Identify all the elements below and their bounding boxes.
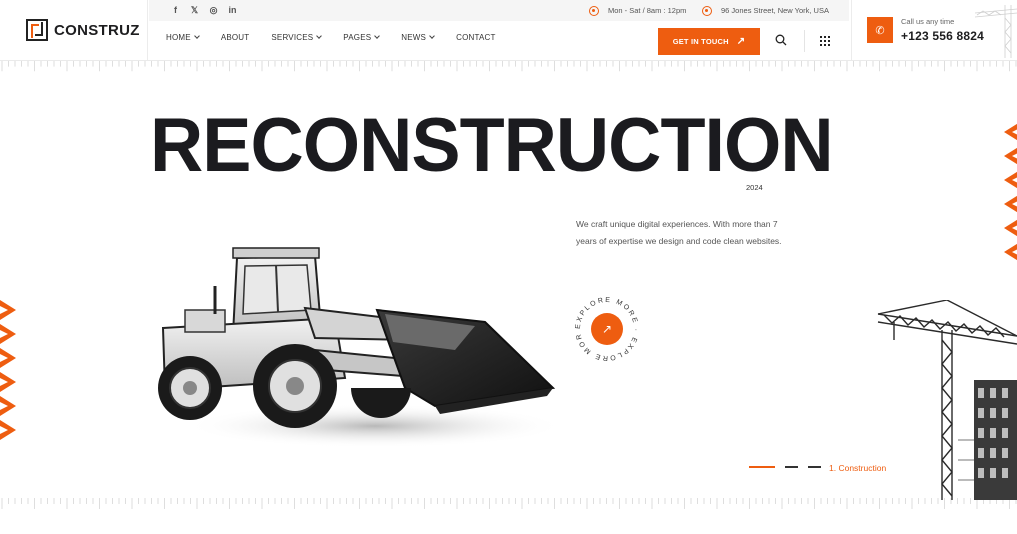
chevron-shape bbox=[1004, 243, 1017, 261]
nav-label: SERVICES bbox=[271, 33, 314, 42]
nav-item-contact[interactable]: CONTACT bbox=[456, 33, 495, 42]
main-nav: HOME ABOUT SERVICES PAGES NEWS CONTACT bbox=[166, 33, 518, 42]
nav-label: HOME bbox=[166, 33, 191, 42]
front-wheel bbox=[253, 344, 337, 428]
divider bbox=[804, 30, 805, 52]
hero-description: We craft unique digital experiences. Wit… bbox=[576, 219, 782, 246]
address: 96 Jones Street, New York, USA bbox=[702, 0, 829, 21]
call-label: Call us any time bbox=[901, 17, 955, 26]
facebook-icon[interactable]: f bbox=[169, 4, 182, 17]
opening-hours: Mon - Sat / 8am : 12pm bbox=[589, 0, 686, 21]
arrow-up-right-icon: ↗ bbox=[601, 322, 613, 336]
address-text: 96 Jones Street, New York, USA bbox=[721, 6, 829, 15]
chevron-shape bbox=[1004, 195, 1017, 213]
slide-dot-1[interactable] bbox=[749, 466, 775, 468]
top-bar: f 𝕏 ◎ in Mon - Sat / 8am : 12pm 96 Jones… bbox=[149, 0, 849, 21]
social-links: f 𝕏 ◎ in bbox=[169, 4, 239, 17]
brand-name: CONSTRUZ bbox=[54, 21, 140, 39]
nav-label: ABOUT bbox=[220, 33, 250, 42]
chevron-shape bbox=[1004, 147, 1017, 165]
chevron-shape bbox=[0, 420, 16, 440]
explore-more-button[interactable]: ↗ bbox=[591, 313, 623, 345]
phone-icon[interactable]: ✆ bbox=[867, 17, 893, 43]
slider-indicator bbox=[749, 466, 821, 468]
nav-item-services[interactable]: SERVICES bbox=[271, 33, 323, 42]
chevron-shape bbox=[0, 300, 16, 320]
decorative-chevrons-right bbox=[1004, 123, 1017, 261]
location-pin-icon bbox=[702, 5, 712, 16]
ruler-top bbox=[0, 60, 1017, 72]
linkedin-icon[interactable]: in bbox=[226, 4, 239, 17]
nav-item-home[interactable]: HOME bbox=[166, 33, 200, 42]
chevron-down-icon bbox=[429, 33, 435, 39]
phone-number[interactable]: +123 556 8824 bbox=[901, 29, 984, 43]
x-twitter-icon[interactable]: 𝕏 bbox=[188, 4, 201, 17]
construz-logo-icon bbox=[26, 19, 48, 41]
get-in-touch-button[interactable]: GET IN TOUCH ↗ bbox=[658, 28, 760, 55]
chevron-down-icon bbox=[374, 33, 381, 39]
chevron-shape bbox=[0, 324, 16, 344]
nav-item-news[interactable]: NEWS bbox=[401, 33, 435, 42]
chevron-shape bbox=[0, 348, 16, 368]
hero-headline: RECONSTRUCTION bbox=[150, 103, 834, 188]
nav-label: CONTACT bbox=[456, 33, 496, 42]
clock-icon bbox=[589, 5, 599, 16]
hero-year: 2024 bbox=[746, 183, 763, 192]
grid-menu-icon[interactable] bbox=[820, 36, 830, 46]
chevron-down-icon bbox=[316, 33, 323, 39]
decorative-chevrons-left bbox=[0, 300, 16, 440]
nav-label: NEWS bbox=[401, 33, 427, 42]
wheel-loader-image bbox=[158, 247, 560, 448]
cta-label: GET IN TOUCH bbox=[672, 37, 729, 46]
chevron-shape bbox=[1004, 123, 1017, 141]
slide-dot-2[interactable] bbox=[785, 466, 798, 468]
chevron-shape bbox=[0, 372, 16, 392]
ruler-bottom bbox=[1, 498, 1017, 509]
crane-sketch-icon bbox=[975, 5, 1017, 58]
nav-label: PAGES bbox=[343, 33, 372, 42]
rear-wheel bbox=[158, 356, 222, 420]
instagram-icon[interactable]: ◎ bbox=[207, 4, 220, 17]
crane-building-image bbox=[877, 300, 1017, 500]
chevron-down-icon bbox=[193, 33, 200, 39]
nav-item-about[interactable]: ABOUT bbox=[221, 33, 250, 42]
opening-hours-text: Mon - Sat / 8am : 12pm bbox=[608, 6, 687, 15]
chevron-shape bbox=[1004, 219, 1017, 237]
chevron-shape bbox=[0, 396, 16, 416]
chevron-shape bbox=[1004, 171, 1017, 189]
nav-item-pages[interactable]: PAGES bbox=[343, 33, 381, 42]
arrow-up-right-icon: ↗ bbox=[736, 36, 746, 47]
slide-dot-3[interactable] bbox=[808, 466, 821, 468]
logo[interactable]: CONSTRUZ bbox=[0, 0, 148, 60]
search-icon[interactable] bbox=[775, 34, 787, 46]
